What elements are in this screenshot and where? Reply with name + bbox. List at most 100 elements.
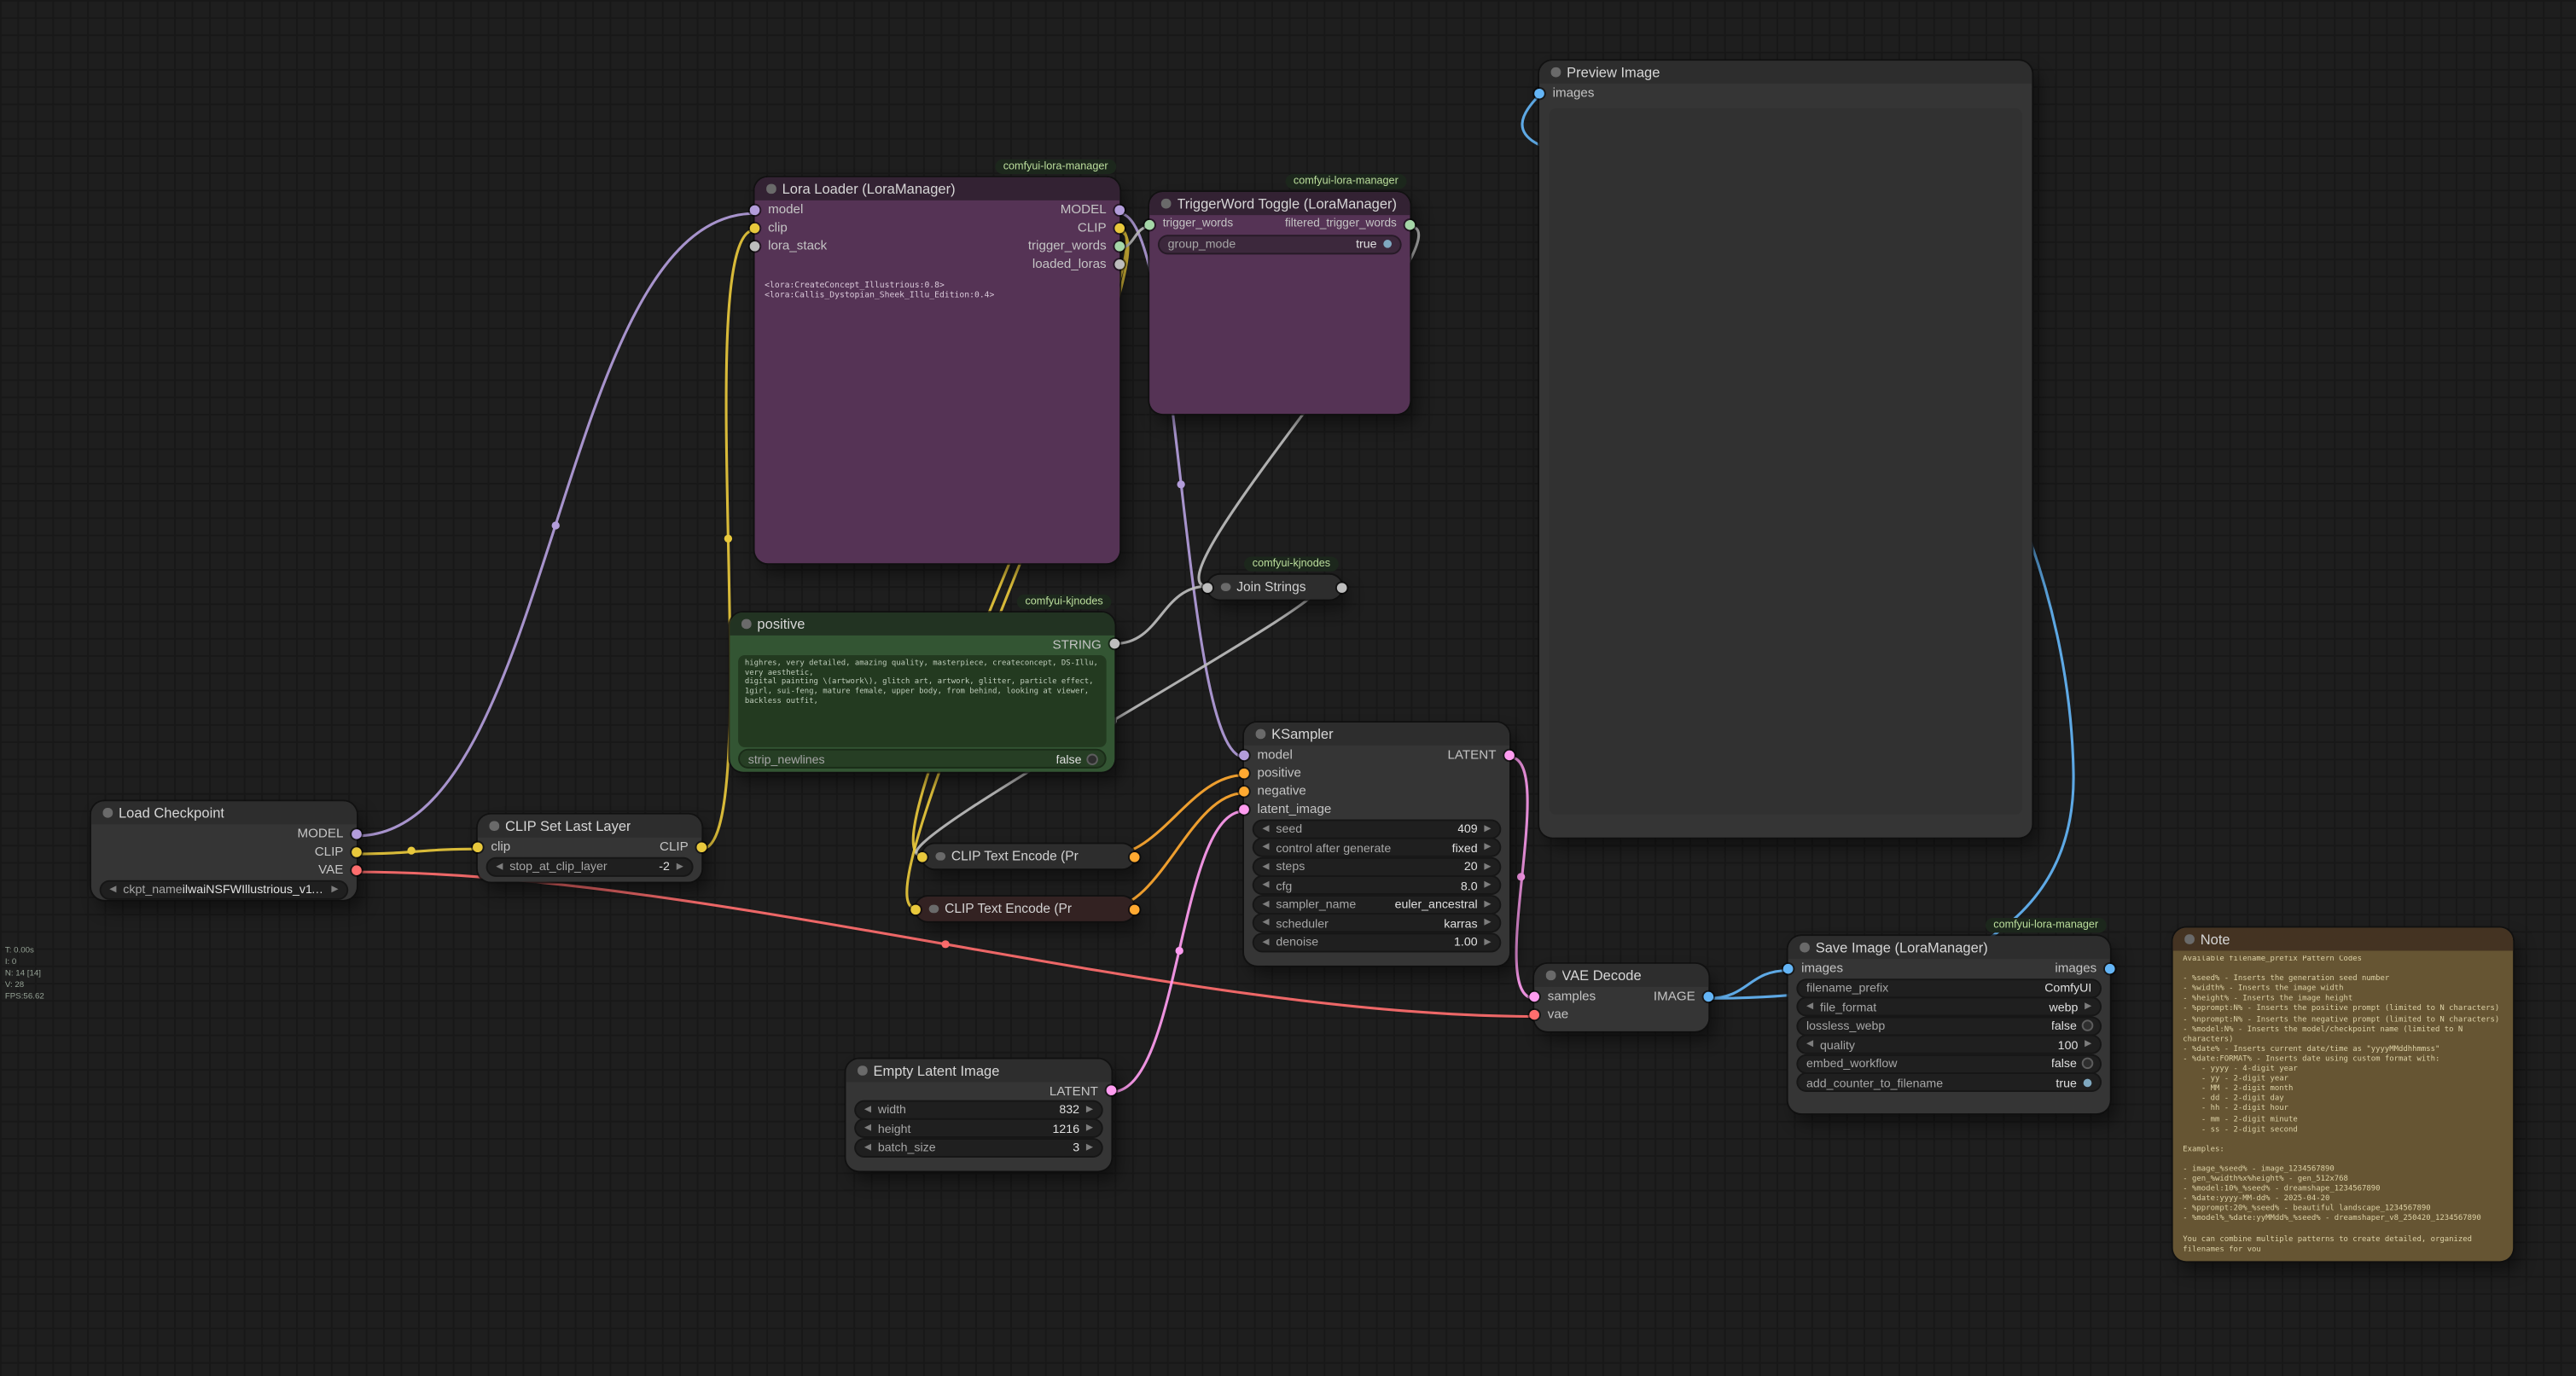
increment-arrow-icon[interactable]: ▶ [1086,1142,1093,1152]
node-clip-text-encode-negative[interactable]: CLIP Text Encode (Pr [916,897,1135,921]
input-slot-model[interactable] [1239,750,1249,760]
increment-arrow-icon[interactable]: ▶ [2085,1039,2091,1049]
output-slot-images[interactable] [2105,963,2115,973]
node-title-bar[interactable]: VAE Decode [1534,964,1708,987]
input-slot-strings[interactable] [1202,582,1212,592]
input-slot-latent-image[interactable] [1239,804,1249,814]
next-arrow-icon[interactable]: ▶ [1484,918,1491,928]
prev-arrow-icon[interactable]: ◀ [1262,918,1269,928]
widget-control-after-generate[interactable]: ◀ control after generate fixed ▶ [1254,839,1500,856]
node-title-bar[interactable]: CLIP Set Last Layer [478,815,701,838]
collapse-dot[interactable] [489,822,498,831]
toggle-dot[interactable] [2084,1060,2092,1068]
node-load-checkpoint[interactable]: Load Checkpoint MODEL CLIP VAE ◀ ckpt_na… [91,801,357,899]
output-slot-string[interactable] [1110,639,1120,649]
decrement-arrow-icon[interactable]: ◀ [1806,1039,1813,1049]
input-slot-trigger-words[interactable] [1144,219,1154,229]
widget-lossless-webp[interactable]: lossless_webp false [1798,1017,2100,1033]
widget-stop-at-clip-layer[interactable]: ◀ stop_at_clip_layer -2 ▶ [488,858,692,874]
decrement-arrow-icon[interactable]: ◀ [864,1104,871,1114]
widget-quality[interactable]: ◀ quality 100 ▶ [1798,1036,2100,1053]
collapse-dot[interactable] [1256,729,1265,739]
prev-arrow-icon[interactable]: ◀ [109,885,116,895]
node-lora-loader[interactable]: comfyui-lora-manager Lora Loader (LoraMa… [755,177,1120,563]
increment-arrow-icon[interactable]: ▶ [1484,880,1491,891]
input-slot[interactable] [910,904,921,914]
output-slot-vae[interactable] [352,864,362,874]
widget-ckpt-name[interactable]: ◀ ckpt_name ilwaiNSFWIllustrious_v110.s.… [102,881,347,897]
next-arrow-icon[interactable]: ▶ [331,885,338,895]
node-title-bar[interactable]: positive [730,613,1114,636]
widget-strip-newlines[interactable]: strip_newlines false [740,751,1105,767]
node-clip-set-last-layer[interactable]: CLIP Set Last Layer clip CLIP ◀ stop_at_… [478,815,701,882]
input-slot[interactable] [917,851,927,862]
node-title-bar[interactable]: KSampler [1244,723,1509,746]
widget-group-mode[interactable]: group_mode true [1160,235,1400,252]
input-slot-lora-stack[interactable] [750,241,760,251]
collapse-dot[interactable] [1221,583,1230,592]
input-slot-positive[interactable] [1239,768,1249,778]
collapse-dot[interactable] [858,1066,867,1076]
decrement-arrow-icon[interactable]: ◀ [864,1142,871,1152]
widget-embed-workflow[interactable]: embed_workflow false [1798,1055,2100,1071]
node-positive-prompt[interactable]: comfyui-kjnodes positive STRING highres,… [730,613,1114,772]
output-slot-conditioning[interactable] [1130,904,1140,914]
input-slot-images[interactable] [1783,963,1794,973]
input-slot-vae[interactable] [1529,1009,1539,1019]
node-title-bar[interactable]: Note [2173,928,2514,951]
output-slot-string[interactable] [1337,582,1347,592]
prev-arrow-icon[interactable]: ◀ [1262,899,1269,909]
widget-batch-size[interactable]: ◀ batch_size 3 ▶ [856,1139,1102,1155]
increment-arrow-icon[interactable]: ▶ [1484,823,1491,833]
node-title-bar[interactable]: Preview Image [1539,61,2032,84]
decrement-arrow-icon[interactable]: ◀ [1262,862,1269,872]
increment-arrow-icon[interactable]: ▶ [1086,1123,1093,1134]
output-slot-loaded-loras[interactable] [1114,258,1125,269]
output-slot-trigger-words[interactable] [1114,241,1125,251]
decrement-arrow-icon[interactable]: ◀ [1262,880,1269,891]
widget-sampler-name[interactable]: ◀ sampler_name euler_ancestral ▶ [1254,896,1500,912]
next-arrow-icon[interactable]: ▶ [1484,899,1491,909]
node-save-image[interactable]: comfyui-lora-manager Save Image (LoraMan… [1788,936,2110,1113]
node-ksampler[interactable]: KSampler model LATENT positive negative … [1244,723,1509,966]
output-slot-conditioning[interactable] [1130,851,1140,862]
prev-arrow-icon[interactable]: ◀ [1806,1002,1813,1012]
node-title-bar[interactable]: Lora Loader (LoraManager) [755,177,1120,200]
collapse-dot[interactable] [1161,199,1171,208]
prev-arrow-icon[interactable]: ◀ [1262,842,1269,852]
output-slot-model[interactable] [1114,205,1125,215]
output-slot-clip[interactable] [696,842,707,852]
widget-width[interactable]: ◀ width 832 ▶ [856,1101,1102,1118]
note-text[interactable]: Available filename_prefix Pattern Codes … [2183,955,2503,1251]
widget-add-counter-to-filename[interactable]: add_counter_to_filename true [1798,1074,2100,1090]
output-slot-latent[interactable] [1107,1085,1117,1095]
input-slot-images[interactable] [1534,88,1544,98]
widget-height[interactable]: ◀ height 1216 ▶ [856,1120,1102,1136]
increment-arrow-icon[interactable]: ▶ [677,862,683,872]
output-slot-model[interactable] [352,828,362,839]
lora-syntax-text[interactable]: <lora:CreateConcept_Illustrious:0.8> <lo… [765,281,1109,301]
widget-scheduler[interactable]: ◀ scheduler karras ▶ [1254,914,1500,931]
decrement-arrow-icon[interactable]: ◀ [1262,823,1269,833]
collapse-dot[interactable] [1800,943,1809,952]
input-slot-negative[interactable] [1239,786,1249,796]
widget-file-format[interactable]: ◀ file_format webp ▶ [1798,998,2100,1014]
toggle-dot[interactable] [1088,754,1096,763]
node-join-strings[interactable]: comfyui-kjnodes Join Strings [1207,575,1341,600]
collapse-dot[interactable] [1551,67,1561,77]
toggle-dot[interactable] [2084,1021,2092,1030]
decrement-arrow-icon[interactable]: ◀ [1262,937,1269,947]
toggle-dot[interactable] [2084,1078,2092,1087]
increment-arrow-icon[interactable]: ▶ [1086,1104,1093,1114]
output-slot-clip[interactable] [1114,223,1125,233]
input-slot-model[interactable] [750,205,760,215]
node-empty-latent-image[interactable]: Empty Latent Image LATENT ◀ width 832 ▶ … [846,1060,1111,1171]
node-note[interactable]: Note Available filename_prefix Pattern C… [2173,928,2514,1262]
node-title-bar[interactable]: Load Checkpoint [91,801,357,824]
next-arrow-icon[interactable]: ▶ [2085,1002,2091,1012]
node-triggerword-toggle[interactable]: comfyui-lora-manager TriggerWord Toggle … [1149,192,1410,414]
collapse-dot[interactable] [103,809,113,818]
decrement-arrow-icon[interactable]: ◀ [864,1123,871,1134]
collapse-dot[interactable] [2184,935,2194,944]
next-arrow-icon[interactable]: ▶ [1484,842,1491,852]
